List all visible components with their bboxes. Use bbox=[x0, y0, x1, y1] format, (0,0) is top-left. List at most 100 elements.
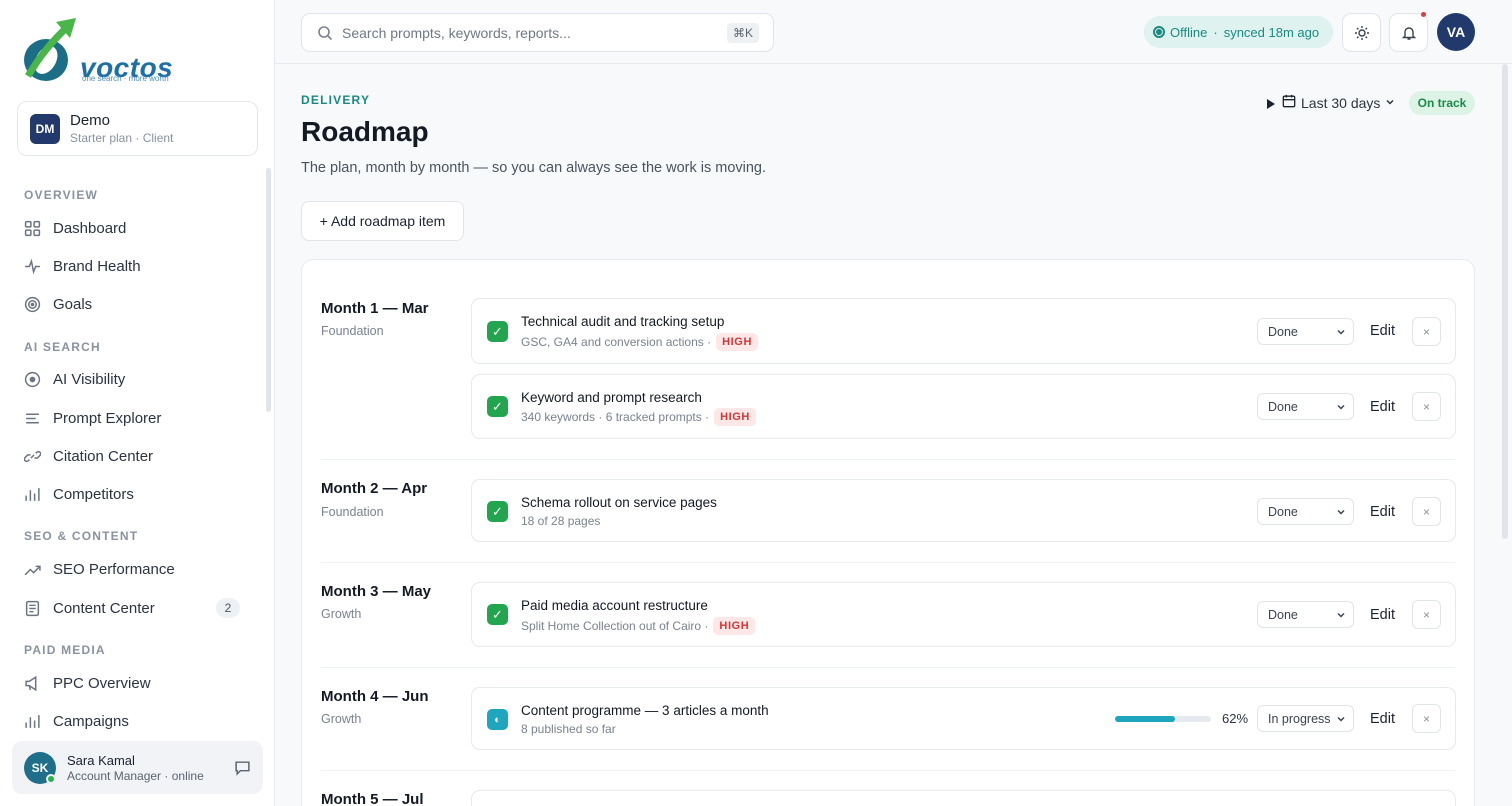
brand-tagline: one search · more worth bbox=[82, 74, 169, 83]
done-check-icon[interactable]: ✓ bbox=[487, 396, 508, 417]
month-phase: Growth bbox=[321, 607, 362, 621]
section-label-ai-search: AI SEARCH bbox=[24, 340, 101, 354]
sync-state: Offline bbox=[1170, 24, 1208, 40]
sidebar-item-ai-visibility[interactable]: AI Visibility bbox=[16, 362, 256, 396]
chevron-down-icon bbox=[1386, 99, 1394, 105]
edit-button[interactable]: Edit bbox=[1370, 323, 1395, 339]
brand-logo[interactable]: voctos one search · more worth bbox=[20, 16, 180, 88]
account-avatar[interactable]: VA bbox=[1437, 13, 1475, 51]
separator: · bbox=[1213, 24, 1218, 40]
item-title: Schema rollout on service pages bbox=[521, 495, 717, 510]
sidebar: voctos one search · more worth DM Demo S… bbox=[0, 0, 275, 806]
date-range-picker[interactable]: Last 30 days bbox=[1301, 95, 1380, 111]
workspace-plan: Starter plan · Client bbox=[70, 131, 174, 145]
status-select[interactable]: In progress bbox=[1257, 705, 1354, 732]
status-select[interactable]: Done bbox=[1257, 318, 1354, 345]
link-icon bbox=[24, 448, 41, 465]
sidebar-item-label: Goals bbox=[53, 295, 93, 313]
item-title: Technical audit and tracking setup bbox=[521, 314, 725, 329]
item-title: Content programme — 3 articles a month bbox=[521, 703, 769, 718]
content-count-badge: 2 bbox=[216, 598, 240, 618]
item-title: Paid media account restructure bbox=[521, 598, 708, 613]
remove-button[interactable]: × bbox=[1412, 704, 1441, 733]
play-icon[interactable] bbox=[1267, 99, 1275, 109]
edit-button[interactable]: Edit bbox=[1370, 607, 1395, 623]
status-select-value: In progress bbox=[1268, 711, 1331, 726]
done-check-icon[interactable]: ✓ bbox=[487, 321, 508, 342]
chevron-down-icon bbox=[1337, 509, 1345, 515]
section-label-overview: OVERVIEW bbox=[24, 188, 99, 202]
sidebar-item-label: Brand Health bbox=[53, 257, 141, 275]
sidebar-item-campaigns[interactable]: Campaigns bbox=[16, 704, 256, 738]
sync-time: synced 18m ago bbox=[1223, 24, 1320, 40]
add-roadmap-item-button[interactable]: + Add roadmap item bbox=[301, 201, 464, 241]
month-title: Month 1 — Mar bbox=[321, 300, 429, 317]
remove-button[interactable]: × bbox=[1412, 497, 1441, 526]
megaphone-icon bbox=[24, 675, 41, 692]
page-subtitle: The plan, month by month — so you can al… bbox=[301, 160, 767, 176]
sidebar-item-dashboard[interactable]: Dashboard bbox=[16, 211, 256, 245]
progress-bar-fill bbox=[1115, 716, 1175, 722]
sidebar-scrollbar[interactable] bbox=[266, 168, 271, 412]
sun-icon bbox=[1354, 25, 1369, 40]
status-select[interactable]: Done bbox=[1257, 601, 1354, 628]
notifications-button[interactable] bbox=[1389, 12, 1428, 52]
sync-status-pill[interactable]: Offline · synced 18m ago bbox=[1144, 16, 1333, 48]
sidebar-item-ppc-overview[interactable]: PPC Overview bbox=[16, 666, 256, 700]
chat-icon[interactable] bbox=[234, 759, 251, 776]
search-icon bbox=[318, 26, 333, 41]
sidebar-item-goals[interactable]: Goals bbox=[16, 287, 256, 321]
user-card[interactable]: SK Sara Kamal Account Manager · online bbox=[12, 741, 263, 794]
calendar-icon bbox=[1282, 94, 1296, 108]
search-input[interactable] bbox=[342, 23, 722, 43]
roadmap-item: ✓ Paid media account restructure Split H… bbox=[471, 582, 1456, 647]
sidebar-item-prompt-explorer[interactable]: Prompt Explorer bbox=[16, 401, 256, 435]
status-select-value: Done bbox=[1268, 607, 1298, 622]
theme-toggle-button[interactable] bbox=[1342, 13, 1381, 52]
sidebar-item-label: PPC Overview bbox=[53, 674, 151, 692]
divider bbox=[321, 562, 1455, 563]
sidebar-item-brand-health[interactable]: Brand Health bbox=[16, 249, 256, 283]
sidebar-item-competitors[interactable]: Competitors bbox=[16, 477, 256, 511]
list-icon bbox=[24, 410, 41, 427]
roadmap-item: ✓ Schema rollout on service pages 18 of … bbox=[471, 479, 1456, 542]
status-select[interactable]: Done bbox=[1257, 393, 1354, 420]
item-meta: 8 published so far bbox=[521, 722, 616, 736]
in-progress-icon[interactable]: ◐ bbox=[487, 709, 508, 730]
item-meta-text: 8 published so far bbox=[521, 722, 616, 736]
sidebar-item-label: Citation Center bbox=[53, 447, 154, 465]
item-meta-text: GSC, GA4 and conversion actions · bbox=[521, 335, 712, 349]
sidebar-item-citation-center[interactable]: Citation Center bbox=[16, 439, 256, 473]
chevron-down-icon bbox=[1337, 404, 1345, 410]
workspace-avatar: DM bbox=[30, 114, 60, 144]
priority-badge: HIGH bbox=[716, 333, 758, 351]
item-meta: GSC, GA4 and conversion actions · HIGH bbox=[521, 333, 758, 351]
status-badge: On track bbox=[1409, 91, 1475, 115]
done-check-icon[interactable]: ✓ bbox=[487, 501, 508, 522]
status-select[interactable]: Done bbox=[1257, 498, 1354, 525]
item-meta: Split Home Collection out of Cairo · HIG… bbox=[521, 617, 756, 635]
page-scrollbar[interactable] bbox=[1502, 64, 1508, 539]
status-select-value: Done bbox=[1268, 324, 1298, 339]
topbar: ⌘K Offline · synced 18m ago VA bbox=[275, 0, 1512, 64]
bar-chart-icon bbox=[24, 713, 41, 730]
edit-button[interactable]: Edit bbox=[1370, 504, 1395, 520]
chevron-down-icon bbox=[1337, 716, 1345, 722]
remove-button[interactable]: × bbox=[1412, 392, 1441, 421]
remove-button[interactable]: × bbox=[1412, 317, 1441, 346]
search-bar[interactable]: ⌘K bbox=[301, 13, 774, 52]
sidebar-item-content-center[interactable]: Content Center 2 bbox=[16, 591, 256, 625]
online-status-dot bbox=[46, 774, 56, 784]
status-select-value: Done bbox=[1268, 399, 1298, 414]
month-title: Month 5 — Jul bbox=[321, 791, 424, 806]
edit-button[interactable]: Edit bbox=[1370, 711, 1395, 727]
remove-button[interactable]: × bbox=[1412, 600, 1441, 629]
status-select-value: Done bbox=[1268, 504, 1298, 519]
sidebar-item-seo-performance[interactable]: SEO Performance bbox=[16, 552, 256, 586]
month-phase: Growth bbox=[321, 712, 362, 726]
brand-mark-icon bbox=[24, 18, 76, 81]
divider bbox=[321, 667, 1455, 668]
workspace-switcher[interactable]: DM Demo Starter plan · Client bbox=[17, 101, 258, 156]
done-check-icon[interactable]: ✓ bbox=[487, 604, 508, 625]
edit-button[interactable]: Edit bbox=[1370, 399, 1395, 415]
